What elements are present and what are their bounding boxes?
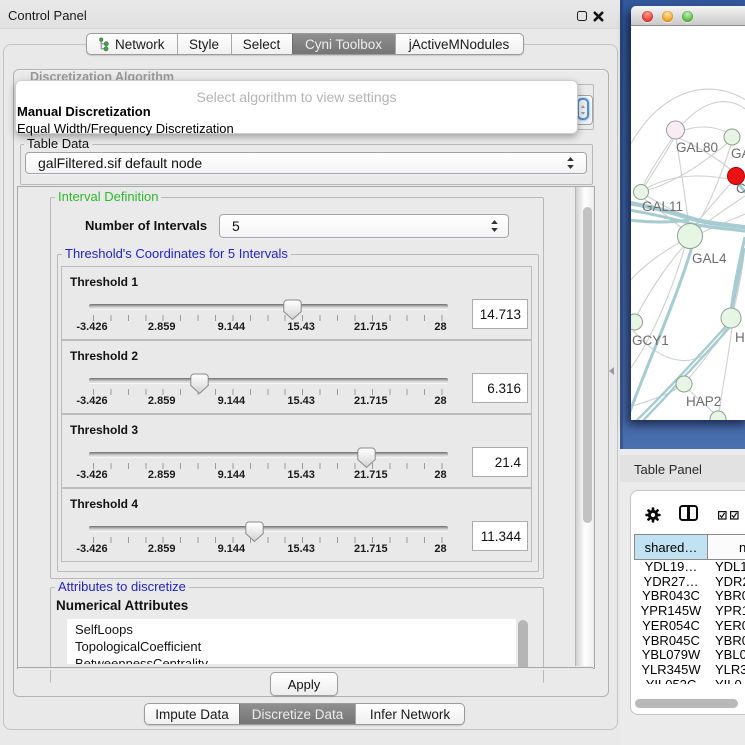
svg-text:HAP2: HAP2 (686, 394, 721, 409)
svg-text:GAL80: GAL80 (676, 140, 718, 155)
svg-text:GAL4: GAL4 (692, 251, 727, 266)
svg-text:H: H (735, 330, 745, 345)
svg-text:C: C (736, 181, 745, 196)
svg-text:GAL11: GAL11 (642, 199, 683, 214)
svg-text:GA: GA (731, 146, 745, 161)
svg-text:GCY1: GCY1 (632, 333, 669, 348)
